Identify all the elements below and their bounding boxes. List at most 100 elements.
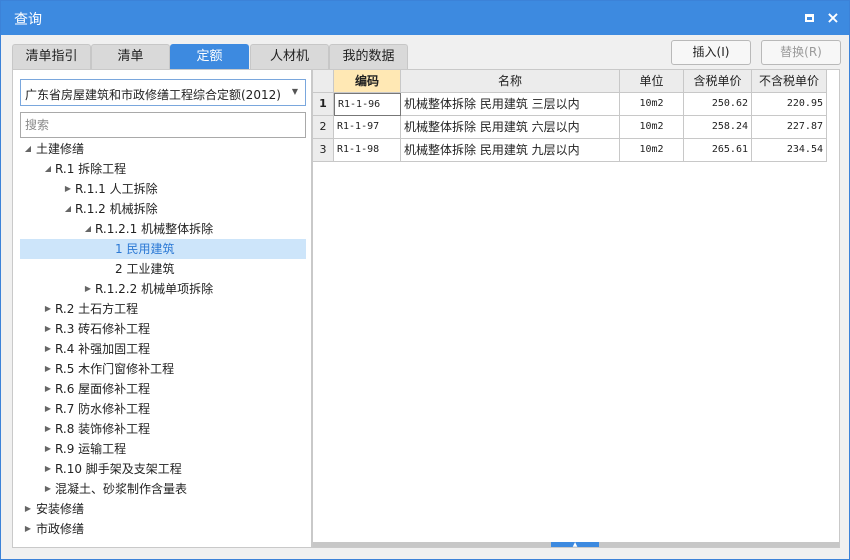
tab-bar: 清单指引 清单 定额 人材机 我的数据 插入(I) 替换(R) <box>1 35 849 69</box>
tab-materials[interactable]: 人材机 <box>250 44 329 69</box>
cell-name[interactable]: 机械整体拆除 民用建筑 六层以内 <box>401 116 620 139</box>
tab-bill[interactable]: 清单 <box>91 44 170 69</box>
cell-price-with-tax[interactable]: 250.62 <box>684 93 752 116</box>
tree-node-label: 2 工业建筑 <box>115 262 175 276</box>
cell-price-with-tax[interactable]: 258.24 <box>684 116 752 139</box>
tree-node-r7[interactable]: ▶ R.7 防水修补工程 <box>20 399 306 419</box>
triangle-down-icon[interactable]: ◢ <box>43 159 53 179</box>
tree-node-civil-building[interactable]: 1 民用建筑 <box>20 239 306 259</box>
cell-price-without-tax[interactable]: 234.54 <box>752 139 827 162</box>
tree-node-r4[interactable]: ▶ R.4 补强加固工程 <box>20 339 306 359</box>
cell-code[interactable]: R1-1-98 <box>334 139 401 162</box>
insert-button[interactable]: 插入(I) <box>671 40 751 65</box>
triangle-right-icon[interactable]: ▶ <box>63 179 73 199</box>
tree-node-label: 混凝土、砂浆制作含量表 <box>55 482 188 496</box>
cell-name[interactable]: 机械整体拆除 民用建筑 三层以内 <box>401 93 620 116</box>
tree-node-r10[interactable]: ▶ R.10 脚手架及支架工程 <box>20 459 306 479</box>
tree-node-label: R.1.2 机械拆除 <box>75 202 158 216</box>
tree-node-label: R.3 砖石修补工程 <box>55 322 151 336</box>
header-row-number <box>313 70 334 93</box>
triangle-right-icon[interactable]: ▶ <box>83 279 93 299</box>
triangle-right-icon[interactable]: ▶ <box>43 379 53 399</box>
header-price-with-tax[interactable]: 含税单价 <box>684 70 752 93</box>
tree-node-r2[interactable]: ▶ R.2 土石方工程 <box>20 299 306 319</box>
cell-unit[interactable]: 10m2 <box>620 93 684 116</box>
tree-node-r12[interactable]: ◢ R.1.2 机械拆除 <box>20 199 306 219</box>
triangle-right-icon[interactable]: ▶ <box>43 339 53 359</box>
close-button[interactable]: × <box>824 9 842 27</box>
header-unit[interactable]: 单位 <box>620 70 684 93</box>
tree-node-concrete-mortar[interactable]: ▶ 混凝土、砂浆制作含量表 <box>20 479 306 499</box>
library-select-value: 广东省房屋建筑和市政修缮工程综合定额(2012) <box>25 88 281 102</box>
library-select[interactable]: 广东省房屋建筑和市政修缮工程综合定额(2012) ▼ <box>20 79 306 106</box>
search-input[interactable] <box>20 112 306 138</box>
tree-node-label: R.8 装饰修补工程 <box>55 422 151 436</box>
title-bar[interactable]: 查询 × <box>1 1 849 35</box>
tree-node-label: 市政修缮 <box>36 522 85 536</box>
collapse-handle[interactable]: ▲ <box>551 542 599 548</box>
row-number[interactable]: 3 <box>313 139 334 162</box>
tree-node-r122[interactable]: ▶ R.1.2.2 机械单项拆除 <box>20 279 306 299</box>
triangle-down-icon[interactable]: ◢ <box>63 199 73 219</box>
cell-code[interactable]: R1-1-96 <box>334 93 401 116</box>
triangle-right-icon[interactable]: ▶ <box>43 419 53 439</box>
cell-price-without-tax[interactable]: 227.87 <box>752 116 827 139</box>
tree-node-industrial-building[interactable]: 2 工业建筑 <box>20 259 306 279</box>
header-price-without-tax[interactable]: 不含税单价 <box>752 70 827 93</box>
triangle-right-icon[interactable]: ▶ <box>43 299 53 319</box>
triangle-right-icon[interactable]: ▶ <box>43 459 53 479</box>
tab-bill-guide[interactable]: 清单指引 <box>12 44 91 69</box>
tree-node-label: 1 民用建筑 <box>115 242 175 256</box>
chevron-down-icon: ▼ <box>291 87 298 96</box>
tree-node-label: R.1.1 人工拆除 <box>75 182 158 196</box>
header-name[interactable]: 名称 <box>401 70 620 93</box>
tree-node-label: R.9 运输工程 <box>55 442 127 456</box>
tree-node-label: R.5 木作门窗修补工程 <box>55 362 175 376</box>
tree-node-r11[interactable]: ▶ R.1.1 人工拆除 <box>20 179 306 199</box>
triangle-right-icon[interactable]: ▶ <box>23 499 33 519</box>
tree-node-label: R.6 屋面修补工程 <box>55 382 151 396</box>
dialog-title: 查询 <box>14 12 42 28</box>
row-number[interactable]: 1 <box>313 93 334 116</box>
tree-node-label: R.1 拆除工程 <box>55 162 127 176</box>
triangle-right-icon[interactable]: ▶ <box>23 519 33 539</box>
tree-node-building-repair[interactable]: ◢ 土建修缮 <box>20 139 306 159</box>
triangle-right-icon[interactable]: ▶ <box>43 479 53 499</box>
row-number[interactable]: 2 <box>313 116 334 139</box>
maximize-button[interactable] <box>800 9 818 27</box>
query-dialog: 查询 × 清单指引 清单 定额 人材机 我的数据 插入(I) 替换(R) 广东省… <box>0 0 850 560</box>
category-panel: 广东省房屋建筑和市政修缮工程综合定额(2012) ▼ ◢ 土建修缮 ◢ R.1 … <box>12 69 312 548</box>
tab-my-data[interactable]: 我的数据 <box>329 44 408 69</box>
triangle-down-icon[interactable]: ◢ <box>83 219 93 239</box>
tree-node-label: R.7 防水修补工程 <box>55 402 151 416</box>
cell-code[interactable]: R1-1-97 <box>334 116 401 139</box>
tree-node-r8[interactable]: ▶ R.8 装饰修补工程 <box>20 419 306 439</box>
tree-node-municipal-repair[interactable]: ▶ 市政修缮 <box>20 519 306 539</box>
cell-price-with-tax[interactable]: 265.61 <box>684 139 752 162</box>
triangle-right-icon[interactable]: ▶ <box>43 439 53 459</box>
triangle-right-icon[interactable]: ▶ <box>43 319 53 339</box>
triangle-right-icon[interactable]: ▶ <box>43 359 53 379</box>
cell-unit[interactable]: 10m2 <box>620 116 684 139</box>
split-bar[interactable]: ▲ <box>313 542 839 548</box>
cell-name[interactable]: 机械整体拆除 民用建筑 九层以内 <box>401 139 620 162</box>
triangle-right-icon[interactable]: ▶ <box>43 399 53 419</box>
tab-quota[interactable]: 定额 <box>170 44 249 69</box>
tree-node-r1[interactable]: ◢ R.1 拆除工程 <box>20 159 306 179</box>
header-code[interactable]: 编码 <box>334 70 401 93</box>
quota-results-panel: 编码 名称 单位 含税单价 不含税单价 1 R1-1-96 机械整体拆除 民用建… <box>312 69 840 548</box>
tree-node-label: 土建修缮 <box>36 142 85 156</box>
close-icon: × <box>826 8 840 27</box>
tree-node-r3[interactable]: ▶ R.3 砖石修补工程 <box>20 319 306 339</box>
cell-unit[interactable]: 10m2 <box>620 139 684 162</box>
cell-price-without-tax[interactable]: 220.95 <box>752 93 827 116</box>
tree-node-label: R.10 脚手架及支架工程 <box>55 462 182 476</box>
triangle-down-icon[interactable]: ◢ <box>23 139 33 159</box>
tree-node-label: 安装修缮 <box>36 502 85 516</box>
tree-node-r6[interactable]: ▶ R.6 屋面修补工程 <box>20 379 306 399</box>
replace-button[interactable]: 替换(R) <box>761 40 841 65</box>
tree-node-r5[interactable]: ▶ R.5 木作门窗修补工程 <box>20 359 306 379</box>
tree-node-install-repair[interactable]: ▶ 安装修缮 <box>20 499 306 519</box>
tree-node-r9[interactable]: ▶ R.9 运输工程 <box>20 439 306 459</box>
tree-node-r121[interactable]: ◢ R.1.2.1 机械整体拆除 <box>20 219 306 239</box>
